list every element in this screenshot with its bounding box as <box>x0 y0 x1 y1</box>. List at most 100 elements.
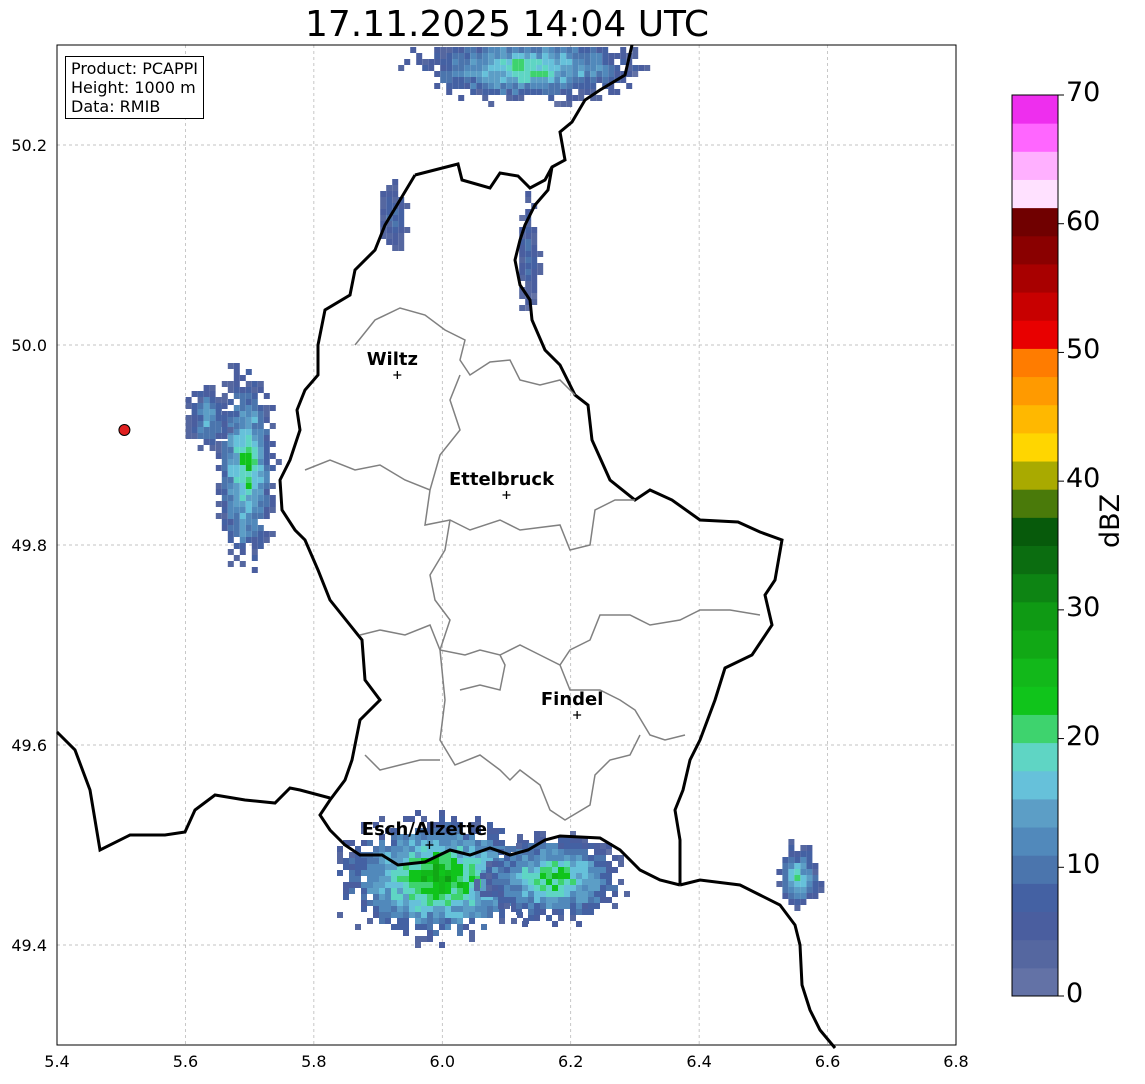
echo-pixel <box>251 489 258 495</box>
echo-pixel <box>263 531 270 537</box>
echo-pixel <box>185 403 192 409</box>
echo-pixel <box>227 549 234 555</box>
echo-pixel <box>578 53 585 59</box>
echo-pixel <box>233 477 240 483</box>
echo-pixel <box>343 882 349 888</box>
echo-pixel <box>537 263 544 269</box>
echo-pixel <box>233 489 240 495</box>
echo-pixel <box>233 363 240 369</box>
echo-pixel <box>596 65 603 71</box>
echo-pixel <box>620 59 627 65</box>
echo-pixel <box>614 71 621 77</box>
echo-pixel <box>221 465 228 471</box>
echo-pixel <box>506 59 513 65</box>
echo-pixel <box>481 924 487 930</box>
echo-pixel <box>427 888 433 894</box>
echo-pixel <box>392 215 399 221</box>
echo-pixel <box>227 441 234 447</box>
echo-pixel <box>606 861 612 867</box>
echo-pixel <box>191 427 198 433</box>
echo-pixel <box>257 447 264 453</box>
echo-pixel <box>191 409 198 415</box>
echo-pixel <box>542 77 549 83</box>
echo-pixel <box>245 369 252 375</box>
echo-pixel <box>221 453 228 459</box>
echo-pixel <box>203 439 210 445</box>
echo-pixel <box>392 179 399 185</box>
echo-pixel <box>564 861 570 867</box>
echo-pixel <box>398 221 405 227</box>
echo-pixel <box>482 53 489 59</box>
echo-pixel <box>606 879 612 885</box>
echo-pixel <box>800 857 807 863</box>
product-label: Product: PCAPPI <box>71 59 199 78</box>
echo-pixel <box>233 525 240 531</box>
echo-pixel <box>379 870 385 876</box>
echo-pixel <box>269 501 276 507</box>
echo-pixel <box>600 843 606 849</box>
echo-pixel <box>397 912 403 918</box>
echo-pixel <box>558 873 564 879</box>
echo-pixel <box>560 65 567 71</box>
echo-pixel <box>392 221 399 227</box>
echo-pixel <box>457 882 463 888</box>
echo-pixel <box>404 203 411 209</box>
echo-pixel <box>263 489 270 495</box>
echo-pixel <box>263 459 270 465</box>
echo-pixel <box>251 483 258 489</box>
echo-pixel <box>349 840 355 846</box>
echo-pixel <box>445 912 451 918</box>
echo-pixel <box>463 882 469 888</box>
echo-pixel <box>512 65 519 71</box>
echo-pixel <box>525 281 532 287</box>
echo-pixel <box>624 891 630 897</box>
echo-pixel <box>427 930 433 936</box>
echo-pixel <box>525 245 532 251</box>
city-markers: Wiltz Ettelbruck Findel Esch/Alzette <box>362 349 603 849</box>
echo-pixel <box>806 875 813 881</box>
echo-pixel <box>215 465 222 471</box>
echo-pixel <box>227 471 234 477</box>
echo-pixel <box>582 861 588 867</box>
echo-pixel <box>548 65 555 71</box>
echo-pixel <box>481 840 487 846</box>
echo-pixel <box>227 427 234 433</box>
x-tick-label: 6.4 <box>686 1052 711 1071</box>
echo-pixel <box>421 918 427 924</box>
canton-boundary <box>304 307 761 821</box>
echo-pixel <box>554 53 561 59</box>
echo-pixel <box>482 71 489 77</box>
echo-pixel <box>239 459 246 465</box>
colorbar-tick-label: 50 <box>1066 334 1101 366</box>
echo-pixel <box>510 873 516 879</box>
echo-pixel <box>600 873 606 879</box>
echo-pixel <box>794 875 801 881</box>
echo-pixel <box>469 894 475 900</box>
echo-pixel <box>525 191 532 197</box>
echo-pixel <box>367 900 373 906</box>
echo-pixel <box>506 83 513 89</box>
echo-pixel <box>788 899 795 905</box>
echo-pixel <box>379 882 385 888</box>
echo-pixel <box>463 840 469 846</box>
echo-pixel <box>566 53 573 59</box>
echo-pixel <box>540 849 546 855</box>
echo-pixel <box>576 897 582 903</box>
echo-pixel <box>451 894 457 900</box>
echo-pixel <box>428 65 435 71</box>
echo-pixel <box>612 903 618 909</box>
echo-pixel <box>525 227 532 233</box>
echo-pixel <box>233 465 240 471</box>
echo-pixel <box>379 864 385 870</box>
echo-pixel <box>215 433 222 439</box>
echo-pixel <box>440 77 447 83</box>
echo-pixel <box>415 840 421 846</box>
echo-pixel <box>788 887 795 893</box>
echo-pixel <box>546 885 552 891</box>
echo-pixel <box>233 387 240 393</box>
echo-pixel <box>542 53 549 59</box>
echo-pixel <box>233 501 240 507</box>
echo-pixel <box>552 843 558 849</box>
echo-pixel <box>476 47 483 53</box>
echo-pixel <box>464 65 471 71</box>
